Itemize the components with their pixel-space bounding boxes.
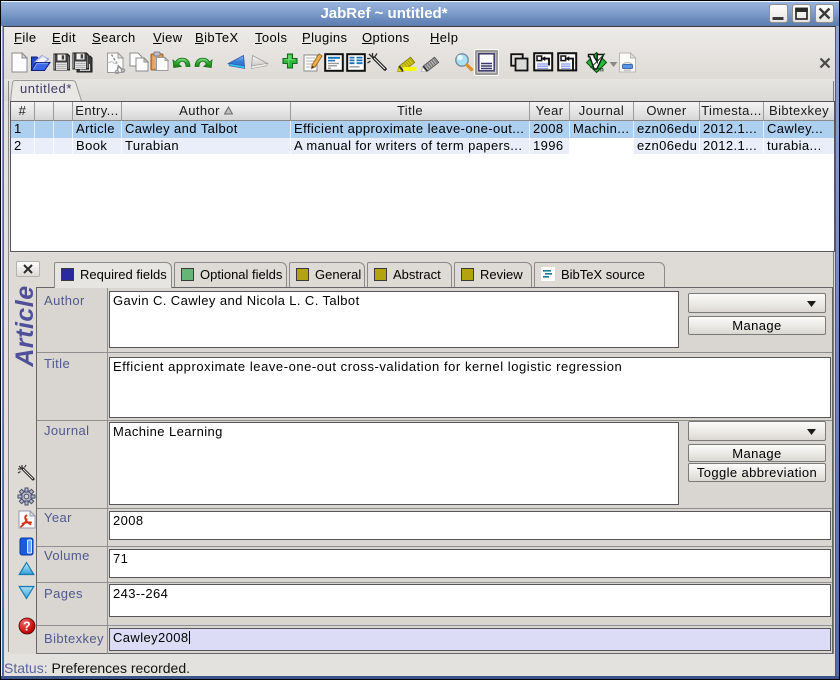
svg-text:m: m — [598, 67, 604, 74]
svg-text:?: ? — [23, 619, 31, 633]
